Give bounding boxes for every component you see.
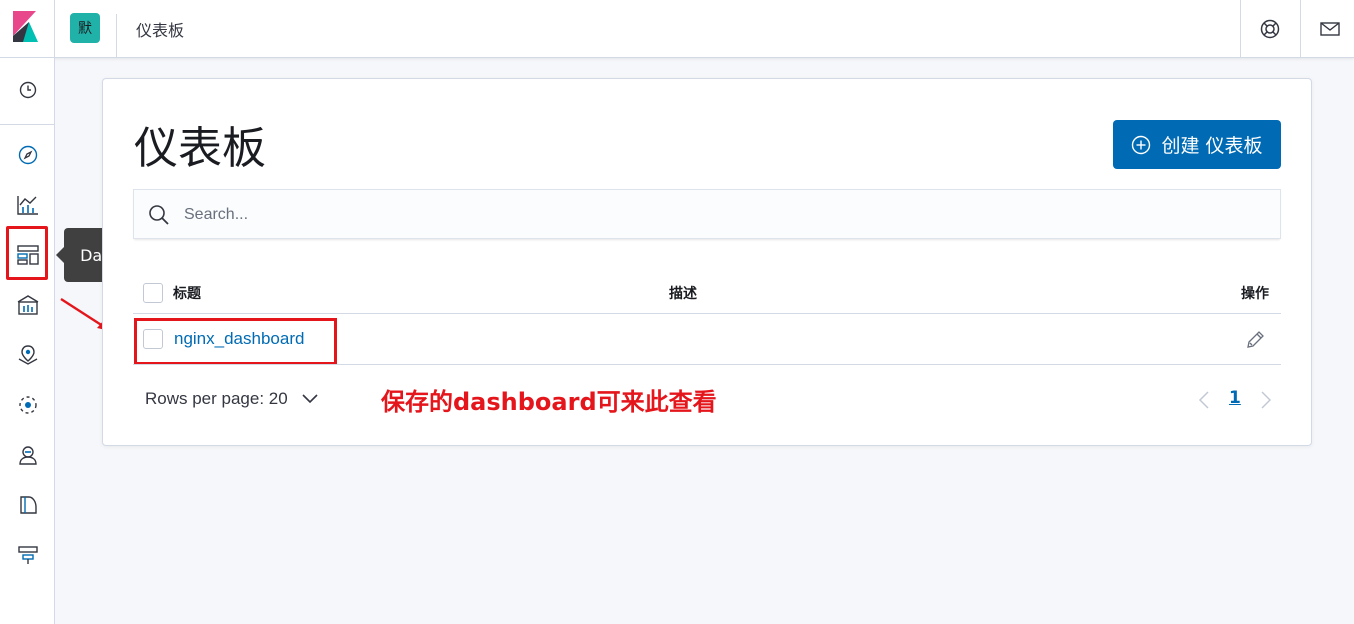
nav-machine-learning[interactable] (0, 383, 55, 427)
space-avatar[interactable]: 默 (70, 13, 100, 43)
ml-icon (18, 396, 37, 414)
side-nav (0, 58, 55, 624)
chevron-left-icon[interactable] (1198, 391, 1210, 409)
top-header: 默 仪表板 (0, 0, 1354, 58)
table-row-divider (133, 364, 1281, 365)
logs-icon (19, 496, 37, 514)
clock-icon (19, 81, 36, 99)
nav-maps[interactable] (0, 333, 55, 377)
rows-per-page-label: Rows per page: 20 (145, 389, 288, 408)
page-title: 仪表板 (134, 123, 266, 174)
help-button[interactable] (1240, 0, 1298, 58)
search-input[interactable] (184, 202, 1264, 228)
nav-recently-viewed[interactable] (0, 68, 55, 112)
nav-infrastructure[interactable] (0, 433, 55, 477)
dashboard-highlight-box (6, 226, 48, 280)
header-divider (116, 14, 117, 58)
mail-button[interactable] (1300, 0, 1354, 58)
maps-icon (18, 345, 37, 365)
select-all-checkbox[interactable] (143, 283, 163, 303)
create-dashboard-button[interactable]: 创建 仪表板 (1113, 120, 1281, 169)
search-bar (133, 189, 1281, 239)
canvas-icon (17, 295, 38, 315)
lifebuoy-icon (1260, 19, 1279, 39)
column-header-title[interactable]: 标题 (173, 283, 201, 303)
pencil-edit-icon[interactable] (1245, 330, 1265, 350)
plus-circle-icon (1132, 135, 1151, 154)
infra-icon (18, 446, 37, 465)
nav-canvas[interactable] (0, 283, 55, 327)
pagination-page-1[interactable]: 1 (1229, 388, 1241, 408)
create-dashboard-label: 创建 仪表板 (1161, 135, 1263, 157)
breadcrumb: 仪表板 (136, 21, 185, 40)
annotation-text: 保存的dashboard可来此查看 (381, 388, 717, 416)
table-header-divider (133, 313, 1281, 314)
apm-icon (17, 546, 38, 564)
chevron-right-icon[interactable] (1260, 391, 1272, 409)
nav-divider (0, 124, 55, 125)
nav-apm[interactable] (0, 533, 55, 577)
nav-discover[interactable] (0, 133, 55, 177)
nav-logs[interactable] (0, 483, 55, 527)
column-header-description: 描述 (669, 286, 697, 302)
chevron-down-icon (302, 394, 318, 404)
search-icon (149, 205, 169, 225)
column-header-actions: 操作 (1241, 286, 1269, 302)
nav-visualize[interactable] (0, 183, 55, 227)
mail-icon (1319, 22, 1340, 36)
row-highlight-box (134, 318, 337, 365)
visualize-icon (16, 196, 38, 215)
kibana-logo[interactable] (0, 0, 55, 58)
rows-per-page-selector[interactable]: Rows per page: 20 (145, 389, 318, 409)
compass-icon (18, 145, 37, 165)
